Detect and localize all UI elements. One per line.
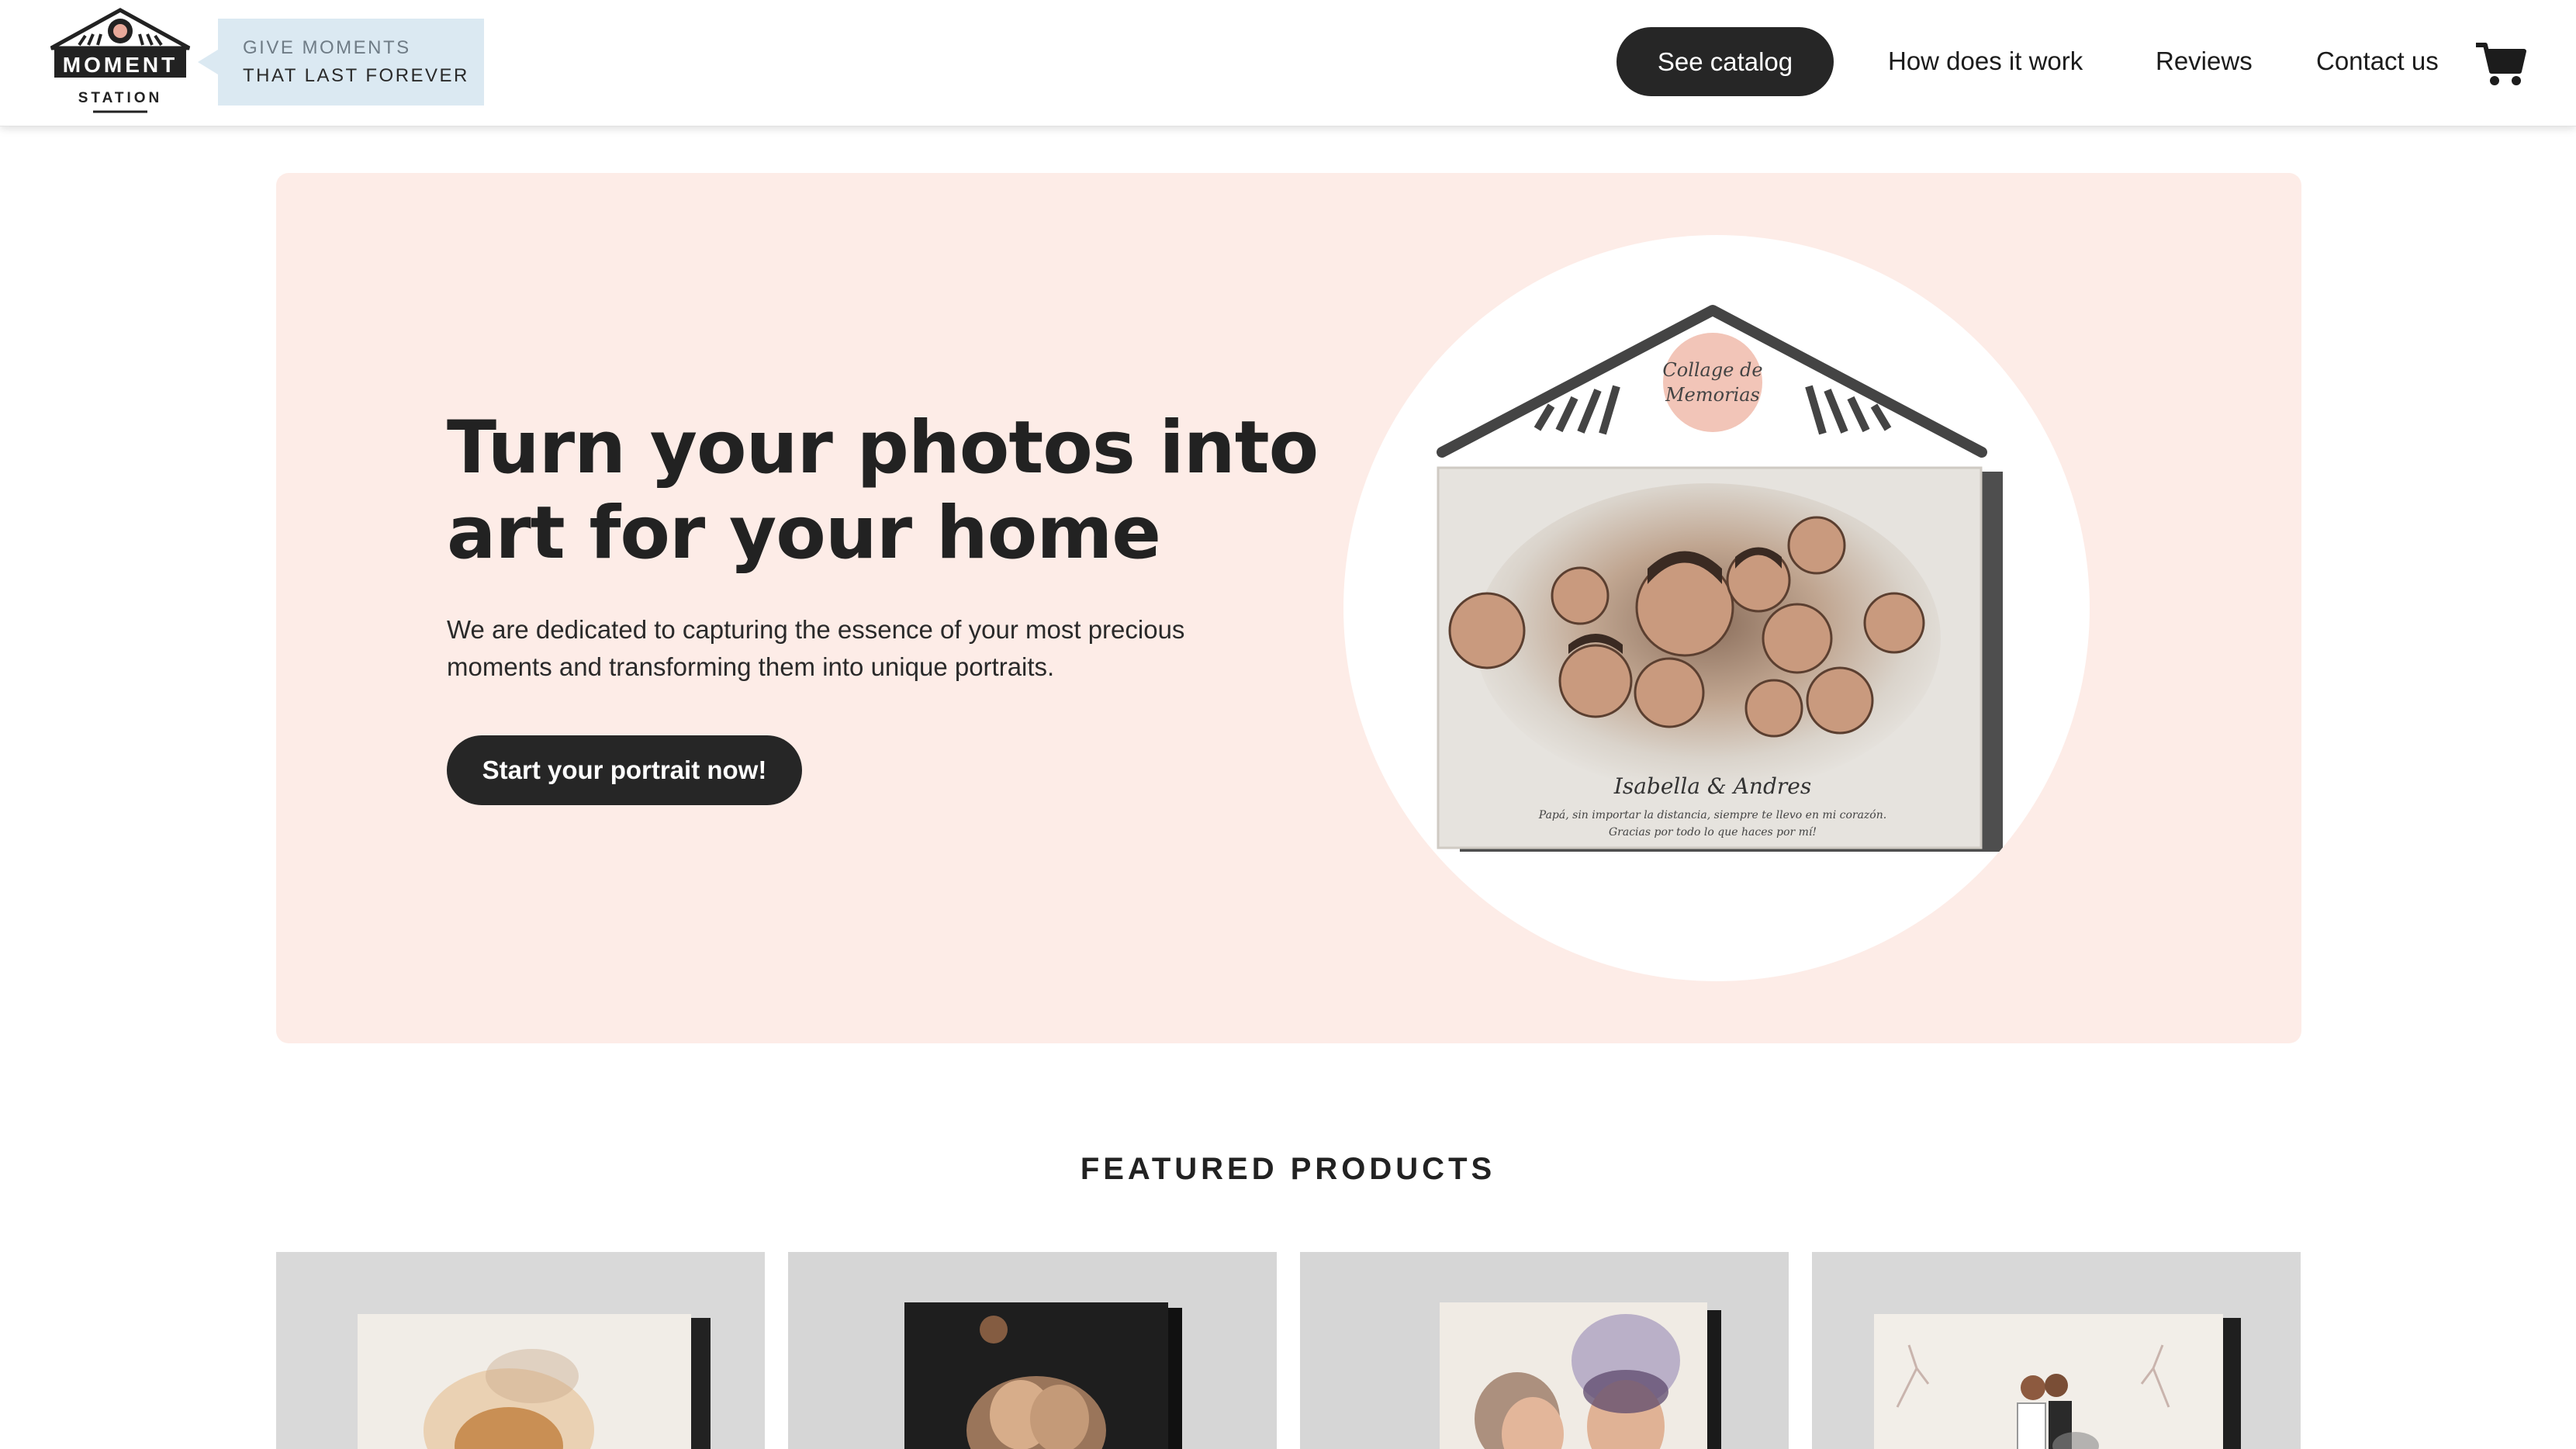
collage-badge-line-2: Memorias (1665, 384, 1760, 406)
start-portrait-button[interactable]: Start your portrait now! (447, 735, 802, 805)
logo-name-text: MOMENT (63, 53, 178, 77)
product-card-wedding[interactable] (1812, 1252, 2301, 1449)
see-catalog-button[interactable]: See catalog (1616, 27, 1834, 96)
collage-caption-2: Gracias por todo lo que haces por mí! (1609, 826, 1817, 839)
collage-canvas-image: Collage de Memorias Isabella & Andres Pa… (1437, 305, 2003, 852)
moment-station-logo[interactable]: MOMENT STATION (48, 8, 192, 115)
brand-tagline: GIVE MOMENTS THAT LAST FOREVER (198, 19, 484, 105)
product-image-wedding (1812, 1252, 2301, 1449)
nav-reviews-link[interactable]: Reviews (2156, 43, 2253, 79)
hero-image-circle: Collage de Memorias Isabella & Andres Pa… (1343, 235, 2090, 981)
collage-caption-1: Papá, sin importar la distancia, siempre… (1538, 809, 1886, 821)
logo-sub-text: STATION (78, 90, 163, 106)
hero-description: We are dedicated to capturing the essenc… (447, 615, 1185, 681)
nav-contact-link[interactable]: Contact us (2316, 43, 2439, 79)
product-image-couple-watercolor (1300, 1252, 1789, 1449)
featured-products-title: FEATURED PRODUCTS (1080, 1152, 1496, 1186)
product-card-dog-portrait[interactable] (276, 1252, 765, 1449)
product-image-dog (276, 1252, 765, 1449)
product-card-couple-dark[interactable] (788, 1252, 1277, 1449)
tagline-line-2: THAT LAST FOREVER (243, 65, 469, 86)
hero-title: Turn your photos into art for your home (447, 406, 1319, 576)
hero-section: Turn your photos into art for your home … (276, 173, 2301, 1043)
product-card-couple-watercolor[interactable] (1300, 1252, 1789, 1449)
collage-badge-line-1: Collage de (1662, 359, 1762, 381)
shopping-cart-icon[interactable] (2474, 40, 2527, 87)
tagline-line-1: GIVE MOMENTS (243, 37, 411, 58)
collage-names: Isabella & Andres (1613, 773, 1811, 799)
site-header: MOMENT STATION GIVE MOMENTS THAT LAST FO… (0, 0, 2576, 126)
product-image-couple-dark (788, 1252, 1277, 1449)
nav-how-it-works-link[interactable]: How does it work (1888, 43, 2083, 79)
